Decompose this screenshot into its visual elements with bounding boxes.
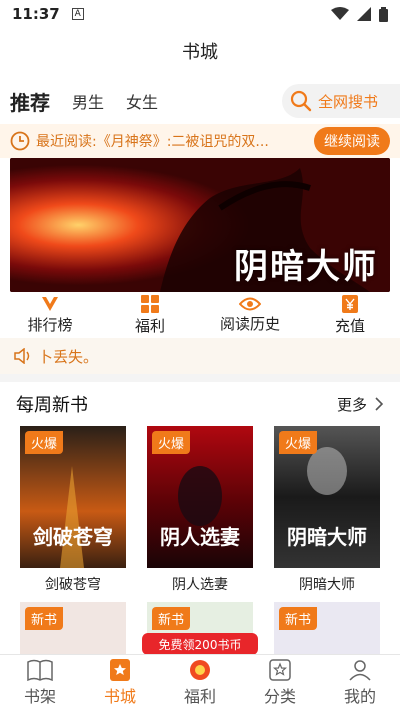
- continue-reading-button[interactable]: 继续阅读: [314, 127, 390, 155]
- book-item[interactable]: 火爆 剑破苍穹 剑破苍穹: [20, 426, 126, 594]
- search-label: 全网搜书: [318, 92, 379, 111]
- tab-label: 书城: [103, 686, 136, 706]
- section-divider: [0, 374, 400, 382]
- cover-title: 阴人选妻: [160, 525, 240, 549]
- new-badge: 新书: [25, 607, 64, 630]
- reading-history-label: 阅读历史: [219, 314, 280, 333]
- tab-recommend[interactable]: 推荐: [10, 87, 50, 116]
- gift-icon: [190, 659, 210, 680]
- tab-welfare[interactable]: 福利: [160, 655, 240, 710]
- ranking-entry[interactable]: 排行榜: [0, 292, 100, 338]
- book-item[interactable]: 火爆 阴暗大师 阴暗大师: [274, 426, 380, 594]
- status-time: 11:37: [12, 5, 60, 23]
- book-cover[interactable]: 新书: [274, 602, 380, 654]
- tab-label: 我的: [343, 686, 376, 706]
- banner-title: 阴暗大师: [234, 247, 378, 287]
- quick-nav: 排行榜 福利 阅读历史 充值: [0, 292, 400, 338]
- yuan-icon: [342, 294, 358, 313]
- section-title: 每周新书: [16, 395, 88, 416]
- welfare-entry[interactable]: 福利: [100, 292, 200, 338]
- more-button[interactable]: 更多: [337, 394, 384, 415]
- tab-label: 分类: [263, 686, 296, 706]
- hot-badge: 火爆: [279, 431, 318, 454]
- store-icon: [110, 658, 130, 681]
- battery-icon: [379, 6, 388, 22]
- bottom-tab-bar: 书架 书城 福利 分类 我的: [0, 654, 400, 710]
- notification-indicator-icon: A: [71, 8, 84, 20]
- book-item[interactable]: 火爆 阴人选妻 阴人选妻: [147, 426, 253, 594]
- tab-profile[interactable]: 我的: [320, 655, 400, 710]
- category-icon: [269, 658, 291, 681]
- book-icon: [27, 659, 53, 681]
- tab-bookstore[interactable]: 书城: [80, 655, 160, 710]
- recent-reading-text: 最近阅读:《月神祭》:二被诅咒的双...: [36, 134, 269, 150]
- book-cover: 火爆 阴人选妻: [147, 426, 253, 568]
- tab-label: 福利: [183, 686, 216, 706]
- cover-title: 剑破苍穹: [33, 525, 113, 549]
- book-title: 阴人选妻: [172, 577, 228, 593]
- status-icons: [331, 6, 388, 22]
- new-badge: 新书: [279, 607, 318, 630]
- book-list: 火爆 剑破苍穹 剑破苍穹 火爆 阴人选妻 阴人选妻 火爆 阴暗大师 阴暗大师: [0, 426, 400, 594]
- tab-category[interactable]: 分类: [240, 655, 320, 710]
- notice-text: 卜丢失。: [38, 347, 99, 366]
- search-button[interactable]: 全网搜书: [282, 84, 400, 118]
- ranking-label: 排行榜: [27, 315, 73, 334]
- tab-bookshelf[interactable]: 书架: [0, 655, 80, 710]
- book-cover[interactable]: 新书: [20, 602, 126, 654]
- rank-icon: [42, 296, 58, 311]
- banner-carousel[interactable]: 阴暗大师: [10, 158, 390, 292]
- recharge-label: 充值: [334, 316, 365, 335]
- wifi-icon: [331, 7, 349, 20]
- hot-badge: 火爆: [152, 431, 191, 454]
- recharge-entry[interactable]: 充值: [300, 292, 400, 338]
- tab-female[interactable]: 女生: [126, 89, 158, 113]
- weekly-new-books-header: 每周新书 更多: [0, 384, 400, 424]
- more-label: 更多: [336, 395, 367, 414]
- book-cover: 火爆 阴暗大师: [274, 426, 380, 568]
- page-header: 书城: [0, 28, 400, 74]
- signal-icon: [357, 7, 371, 21]
- search-icon: [290, 90, 312, 112]
- new-badge: 新书: [152, 607, 191, 630]
- speaker-icon: [14, 348, 30, 364]
- clock-icon: [10, 131, 30, 151]
- welfare-label: 福利: [134, 316, 165, 335]
- notice-bar[interactable]: 卜丢失。: [0, 338, 400, 374]
- book-title: 剑破苍穹: [45, 577, 101, 593]
- cover-title: 阴暗大师: [287, 525, 367, 549]
- tab-label: 书架: [23, 686, 56, 706]
- recent-reading-bar[interactable]: 最近阅读:《月神祭》:二被诅咒的双... 继续阅读: [0, 124, 400, 158]
- status-bar: 11:37 A: [0, 0, 400, 28]
- eye-icon: [239, 297, 261, 310]
- tab-male[interactable]: 男生: [72, 89, 104, 113]
- user-icon: [349, 659, 371, 681]
- reading-history-entry[interactable]: 阅读历史: [200, 292, 300, 338]
- chevron-right-icon: [375, 397, 384, 411]
- hot-badge: 火爆: [25, 431, 64, 454]
- book-cover: 火爆 剑破苍穹: [20, 426, 126, 568]
- free-coins-promo[interactable]: 免费领200书币: [142, 633, 258, 655]
- category-tabs: 推荐 男生 女生 全网搜书: [0, 80, 400, 122]
- page-title: 书城: [182, 42, 218, 63]
- book-title: 阴暗大师: [299, 577, 355, 593]
- grid-icon: [141, 294, 159, 313]
